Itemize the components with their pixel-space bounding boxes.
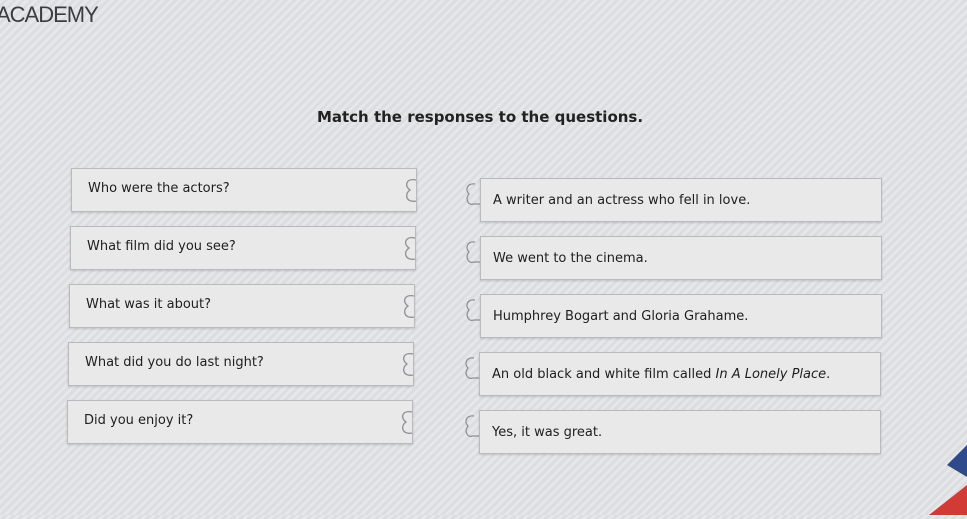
question-card-4[interactable]: What did you do last night? [68,342,414,386]
puzzle-knob-icon [398,292,420,322]
puzzle-knob-icon [397,350,419,380]
answer-text: An old black and white film called In A … [492,366,831,382]
question-text: Who were the actors? [88,181,230,196]
brand-logo: ACADEMY [0,2,99,27]
answer-card-5[interactable]: Yes, it was great. [479,410,881,454]
question-card-5[interactable]: Did you enjoy it? [67,400,413,444]
question-text: What film did you see? [87,239,236,254]
answer-text: Yes, it was great. [492,424,603,440]
answer-card-3[interactable]: Humphrey Bogart and Gloria Grahame. [480,294,882,338]
question-card-3[interactable]: What was it about? [69,284,415,328]
answer-text: Humphrey Bogart and Gloria Grahame. [493,308,749,324]
answer-text: A writer and an actress who fell in love… [493,192,751,208]
answer-card-2[interactable]: We went to the cinema. [480,236,882,280]
answer-text: We went to the cinema. [493,250,648,266]
question-text: What did you do last night? [85,355,264,370]
question-card-2[interactable]: What film did you see? [70,226,416,270]
corner-decoration [907,435,967,515]
question-text: What was it about? [86,297,212,312]
puzzle-knob-icon [399,234,421,264]
instructions-heading: Match the responses to the questions. [316,108,644,126]
puzzle-knob-icon [396,408,418,438]
question-card-1[interactable]: Who were the actors? [71,168,417,212]
answer-card-4[interactable]: An old black and white film called In A … [479,352,881,396]
puzzle-knob-icon [400,176,422,206]
film-title: In A Lonely Place [715,366,827,382]
answer-card-1[interactable]: A writer and an actress who fell in love… [480,178,882,222]
question-text: Did you enjoy it? [84,413,194,428]
